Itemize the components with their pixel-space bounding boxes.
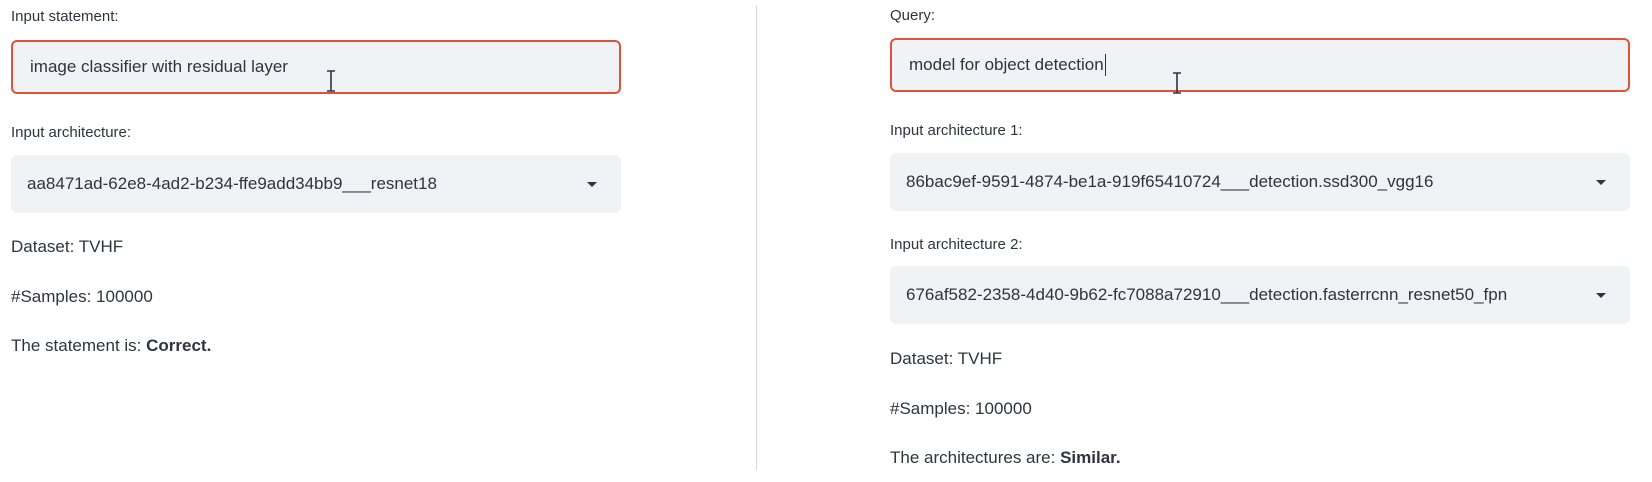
statement-label: Input statement: <box>11 8 119 25</box>
samples-prefix: #Samples: <box>890 399 976 418</box>
query-input-value: model for object detection <box>909 55 1104 74</box>
statement-input[interactable]: image classifier with residual layer <box>11 40 621 94</box>
result-value: Correct. <box>146 336 212 355</box>
chevron-down-icon[interactable] <box>587 181 597 187</box>
query-label: Query: <box>890 7 936 24</box>
architecture-select[interactable]: aa8471ad-62e8-4ad2-b234-ffe9add34bb9___r… <box>11 155 621 213</box>
dataset-value: TVHF <box>78 237 124 256</box>
samples-line: #Samples: 100000 <box>11 287 153 307</box>
result-value: Similar. <box>1060 448 1121 467</box>
architecture1-label: Input architecture 1: <box>890 122 1023 139</box>
text-cursor-icon <box>327 70 335 92</box>
query-input[interactable]: model for object detection <box>890 38 1630 92</box>
architecture-label: Input architecture: <box>11 124 132 141</box>
dataset-value: TVHF <box>957 349 1003 368</box>
statement-input-value: image classifier with residual layer <box>30 57 288 76</box>
samples-value: 100000 <box>975 399 1032 418</box>
text-cursor-icon <box>1173 72 1181 94</box>
samples-prefix: #Samples: <box>11 287 97 306</box>
chevron-down-icon[interactable] <box>1596 179 1606 185</box>
architecture-select-value: aa8471ad-62e8-4ad2-b234-ffe9add34bb9___r… <box>27 174 437 193</box>
architecture1-select[interactable]: 86bac9ef-9591-4874-be1a-919f65410724___d… <box>890 153 1630 211</box>
text-caret <box>1104 54 1106 76</box>
chevron-down-icon[interactable] <box>1596 292 1606 298</box>
architecture2-select-value: 676af582-2358-4d40-9b62-fc7088a72910___d… <box>906 285 1508 304</box>
column-divider <box>756 6 757 470</box>
architecture1-select-value: 86bac9ef-9591-4874-be1a-919f65410724___d… <box>906 172 1434 191</box>
samples-value: 100000 <box>96 287 153 306</box>
result-prefix: The statement is: <box>11 336 147 355</box>
dataset-line: Dataset: TVHF <box>890 349 1002 369</box>
samples-line: #Samples: 100000 <box>890 399 1032 419</box>
result-prefix: The architectures are: <box>890 448 1061 467</box>
architecture2-select[interactable]: 676af582-2358-4d40-9b62-fc7088a72910___d… <box>890 266 1630 324</box>
result-line: The architectures are: Similar. <box>890 448 1121 468</box>
dataset-prefix: Dataset: <box>890 349 958 368</box>
dataset-prefix: Dataset: <box>11 237 79 256</box>
dataset-line: Dataset: TVHF <box>11 237 123 257</box>
result-line: The statement is: Correct. <box>11 336 211 356</box>
architecture2-label: Input architecture 2: <box>890 236 1023 253</box>
